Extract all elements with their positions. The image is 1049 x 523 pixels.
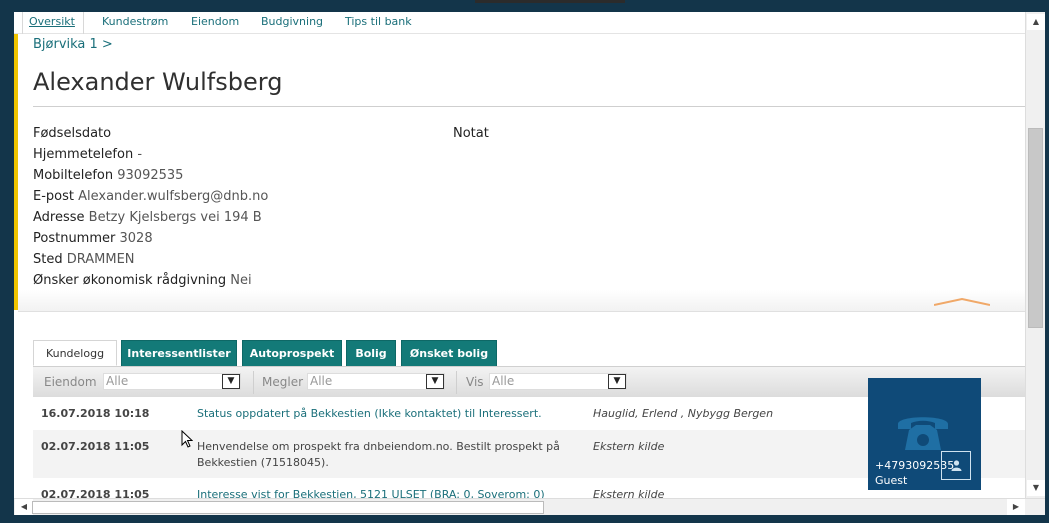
filter-vis-value: Alle bbox=[492, 374, 515, 388]
tab-interessentlister[interactable]: Interessentlister bbox=[121, 340, 237, 366]
mouse-pointer-icon bbox=[181, 430, 193, 448]
chevron-down-icon[interactable]: ▼ bbox=[426, 374, 444, 389]
field-value: 3028 bbox=[119, 231, 153, 246]
scroll-right-icon[interactable]: ▶ bbox=[1007, 499, 1025, 515]
log-date: 02.07.2018 11:05 bbox=[41, 440, 150, 453]
nav-oversikt[interactable]: Oversikt bbox=[29, 15, 75, 28]
page-title: Alexander Wulfsberg bbox=[33, 68, 283, 96]
tab-autoprospekt[interactable]: Autoprospekt bbox=[242, 340, 342, 366]
filter-vis-select[interactable]: Alle ▼ bbox=[489, 373, 627, 390]
filter-megler-select[interactable]: Alle ▼ bbox=[307, 373, 445, 390]
top-nav: Oversikt Kundestrøm Eiendom Budgivning T… bbox=[14, 12, 1025, 34]
field-label: Ønsker økonomisk rådgivning bbox=[33, 273, 227, 288]
filter-divider bbox=[456, 371, 457, 394]
horizontal-scrollbar[interactable]: ◀ ▶ bbox=[14, 498, 1045, 515]
tab-onsket-bolig[interactable]: Ønsket bolig bbox=[401, 340, 497, 366]
details-fade bbox=[18, 290, 1025, 312]
breadcrumb[interactable]: Bjørvika 1 > bbox=[33, 37, 113, 52]
nav-eiendom[interactable]: Eiendom bbox=[191, 15, 239, 28]
expand-chevron-icon[interactable] bbox=[934, 298, 990, 306]
phone-call-widget[interactable]: +4793092535 Guest bbox=[868, 378, 981, 490]
log-date: 16.07.2018 10:18 bbox=[41, 407, 150, 420]
filter-eiendom-label: Eiendom bbox=[44, 375, 97, 389]
field-label: Hjemmetelefon bbox=[33, 147, 134, 162]
filter-eiendom-value: Alle bbox=[106, 374, 129, 388]
field-value: Alexander.wulfsberg@dnb.no bbox=[78, 189, 269, 204]
log-text[interactable]: Interesse vist for Bekkestien, 5121 ULSE… bbox=[197, 487, 587, 498]
chevron-down-icon[interactable]: ▼ bbox=[222, 374, 240, 389]
field-sted: Sted DRAMMEN bbox=[33, 252, 135, 267]
accent-bar bbox=[14, 32, 18, 310]
chevron-down-icon[interactable]: ▼ bbox=[608, 374, 626, 389]
field-label: Adresse bbox=[33, 210, 85, 225]
filter-megler-label: Megler bbox=[262, 375, 304, 389]
vertical-scroll-thumb[interactable] bbox=[1028, 128, 1043, 328]
nav-kundestrom[interactable]: Kundestrøm bbox=[102, 15, 168, 28]
tab-bolig[interactable]: Bolig bbox=[346, 340, 396, 366]
field-value: Betzy Kjelsbergs vei 194 B bbox=[88, 210, 262, 225]
filter-vis-label: Vis bbox=[466, 375, 484, 389]
caller-name: Guest bbox=[875, 474, 908, 487]
log-source: Hauglid, Erlend , Nybygg Bergen bbox=[593, 407, 774, 420]
field-label: Postnummer bbox=[33, 231, 116, 246]
user-icon bbox=[951, 460, 962, 471]
scroll-up-icon[interactable]: ▲ bbox=[1027, 14, 1045, 30]
vertical-scrollbar[interactable]: ▲ ▼ bbox=[1025, 12, 1045, 498]
field-value: - bbox=[137, 147, 143, 162]
horizontal-scroll-thumb[interactable] bbox=[32, 501, 544, 514]
field-label: Mobiltelefon bbox=[33, 168, 114, 183]
tab-kundelogg[interactable]: Kundelogg bbox=[33, 340, 117, 366]
caller-avatar[interactable] bbox=[941, 451, 971, 480]
filter-eiendom-select[interactable]: Alle ▼ bbox=[103, 373, 241, 390]
log-text[interactable]: Status oppdatert på Bekkestien (Ikke kon… bbox=[197, 406, 577, 422]
field-label: Fødselsdato bbox=[33, 126, 112, 141]
nav-tips-til-bank[interactable]: Tips til bank bbox=[345, 15, 412, 28]
field-label: E-post bbox=[33, 189, 74, 204]
field-okonomisk-radgivning: Ønsker økonomisk rådgivning Nei bbox=[33, 273, 252, 288]
app-window: Oversikt Kundestrøm Eiendom Budgivning T… bbox=[0, 0, 1049, 523]
field-epost: E-post Alexander.wulfsberg@dnb.no bbox=[33, 189, 268, 204]
log-source: Ekstern kilde bbox=[593, 488, 665, 498]
field-value: Nei bbox=[230, 273, 252, 288]
window-top-strip bbox=[475, 0, 625, 3]
notat-label: Notat bbox=[453, 126, 489, 141]
field-value: DRAMMEN bbox=[66, 252, 135, 267]
field-mobiltelefon: Mobiltelefon 93092535 bbox=[33, 168, 183, 183]
scroll-left-icon[interactable]: ◀ bbox=[15, 499, 33, 515]
log-source: Ekstern kilde bbox=[593, 440, 665, 453]
field-fodselsdato: Fødselsdato bbox=[33, 126, 111, 141]
field-label: Sted bbox=[33, 252, 63, 267]
field-value: 93092535 bbox=[117, 168, 184, 183]
scroll-down-icon[interactable]: ▼ bbox=[1027, 480, 1045, 496]
filter-divider bbox=[253, 371, 254, 394]
log-text: Henvendelse om prospekt fra dnbeiendom.n… bbox=[197, 440, 560, 469]
field-postnummer: Postnummer 3028 bbox=[33, 231, 153, 246]
nav-budgivning[interactable]: Budgivning bbox=[261, 15, 323, 28]
field-hjemmetelefon: Hjemmetelefon - bbox=[33, 147, 142, 162]
title-divider bbox=[33, 106, 1025, 107]
log-date: 02.07.2018 11:05 bbox=[41, 488, 150, 498]
phone-icon bbox=[898, 417, 948, 450]
field-adresse: Adresse Betzy Kjelsbergs vei 194 B bbox=[33, 210, 262, 225]
filter-megler-value: Alle bbox=[310, 374, 333, 388]
